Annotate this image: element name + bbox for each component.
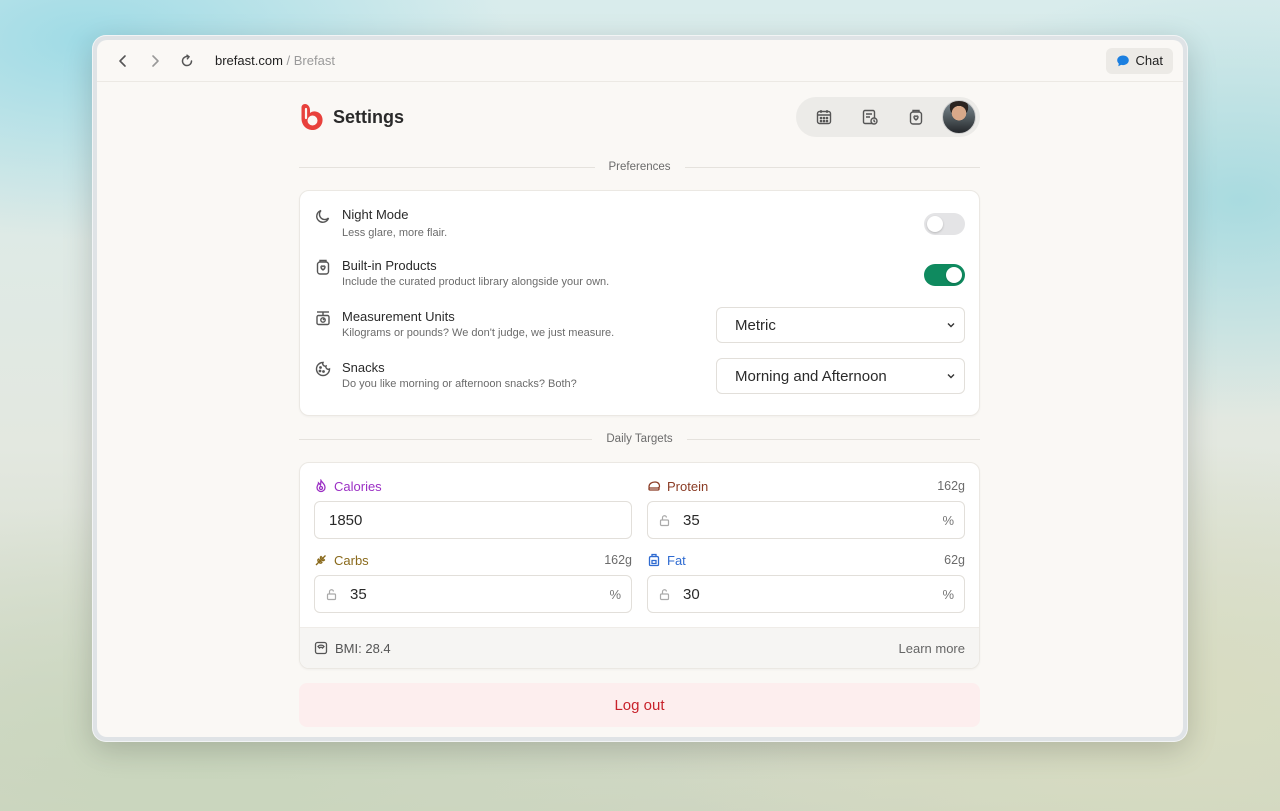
unlock-icon (326, 588, 337, 600)
calories-value: 1850 (329, 511, 363, 529)
url-separator: / (282, 53, 294, 68)
back-icon[interactable] (107, 45, 139, 77)
reload-icon[interactable] (171, 45, 203, 77)
measurement-units-title: Measurement Units (342, 309, 455, 324)
fat-input[interactable]: 30 % (647, 575, 965, 613)
fat-field: Fat 62g 30 % (647, 551, 965, 613)
address-bar[interactable]: brefast.com / Brefast (215, 53, 335, 68)
protein-value: 35 (683, 511, 700, 529)
chat-icon (1116, 55, 1129, 66)
night-mode-title: Night Mode (342, 207, 409, 222)
fat-value: 30 (683, 585, 700, 603)
bag-icon (314, 258, 332, 276)
user-avatar[interactable] (942, 100, 976, 134)
built-in-products-desc: Include the curated product library alon… (342, 276, 610, 288)
settings-page: Settings Preferences Night Mode Less gla… (299, 82, 981, 727)
carbs-label: Carbs (334, 552, 369, 568)
snacks-select[interactable]: Morning and Afternoon (716, 358, 965, 394)
preferences-heading: Preferences (608, 161, 671, 173)
built-in-products-toggle[interactable] (924, 264, 965, 286)
pref-night-mode: Night Mode Less glare, more flair. (314, 199, 965, 250)
protein-field: Protein 162g 35 % (647, 477, 965, 539)
cookie-icon (314, 360, 332, 378)
measurement-units-desc: Kilograms or pounds? We don't judge, we … (342, 327, 615, 339)
products-bag-icon[interactable] (894, 101, 938, 133)
carbs-field: Carbs 162g 35 % (314, 551, 632, 613)
browser-window: brefast.com / Brefast Chat Settings Pref… (92, 35, 1188, 742)
pref-measurement-units: Measurement Units Kilograms or pounds? W… (314, 301, 965, 352)
url-domain: brefast.com (215, 53, 283, 68)
browser-content: brefast.com / Brefast Chat Settings Pref… (97, 40, 1183, 737)
fat-grams: 62g (944, 553, 965, 567)
preferences-card: Night Mode Less glare, more flair. Built… (299, 190, 980, 416)
page-header: Settings (299, 82, 980, 152)
snacks-desc: Do you like morning or afternoon snacks?… (342, 378, 577, 390)
fat-bottle-icon (648, 553, 660, 567)
logout-button[interactable]: Log out (299, 683, 980, 727)
pref-built-in-products: Built-in Products Include the curated pr… (314, 250, 965, 301)
bmi-row: BMI: 28.4 Learn more (300, 627, 979, 668)
calendar-icon[interactable] (802, 101, 846, 133)
calories-flame-icon (316, 479, 326, 493)
daily-targets-divider: Daily Targets (299, 430, 981, 448)
protein-grams: 162g (937, 479, 965, 493)
chat-button[interactable]: Chat (1105, 47, 1173, 74)
brefast-logo (301, 104, 323, 131)
carbs-wheat-icon (315, 555, 326, 566)
moon-icon (314, 207, 332, 225)
calories-label: Calories (334, 478, 382, 494)
calories-input[interactable]: 1850 (314, 501, 632, 539)
chat-label: Chat (1135, 53, 1163, 68)
scale-icon (314, 309, 332, 327)
unlock-icon (659, 588, 670, 600)
protein-meat-icon (648, 481, 661, 491)
night-mode-toggle[interactable] (924, 213, 965, 235)
chevron-down-icon (947, 323, 955, 328)
measurement-units-select[interactable]: Metric (716, 307, 965, 343)
carbs-value: 35 (350, 585, 367, 603)
bmi-value: BMI: 28.4 (335, 640, 391, 656)
measurement-units-value: Metric (735, 316, 776, 334)
night-mode-desc: Less glare, more flair. (342, 227, 448, 239)
snacks-title: Snacks (342, 360, 385, 375)
browser-toolbar: brefast.com / Brefast Chat (97, 40, 1183, 82)
carbs-unit: % (609, 586, 621, 602)
carbs-grams: 162g (604, 553, 632, 567)
chevron-down-icon (947, 374, 955, 379)
pref-snacks: Snacks Do you like morning or afternoon … (314, 352, 965, 403)
learn-more-link[interactable]: Learn more (899, 641, 965, 656)
page-title: Settings (333, 106, 405, 127)
preferences-divider: Preferences (299, 158, 981, 176)
unlock-icon (659, 514, 670, 526)
recipe-list-icon[interactable] (848, 101, 892, 133)
built-in-products-title: Built-in Products (342, 258, 437, 273)
fat-label: Fat (667, 552, 686, 568)
header-icon-bar (796, 97, 980, 137)
carbs-input[interactable]: 35 % (314, 575, 632, 613)
protein-label: Protein (667, 478, 709, 494)
calories-field: Calories 1850 (314, 477, 632, 539)
protein-input[interactable]: 35 % (647, 501, 965, 539)
fat-unit: % (942, 586, 954, 602)
daily-targets-card: Calories 1850 Protein 162g 35 % Carbs 16… (299, 462, 980, 669)
snacks-value: Morning and Afternoon (735, 367, 887, 385)
url-page: Brefast (293, 53, 335, 68)
forward-icon[interactable] (139, 45, 171, 77)
daily-targets-heading: Daily Targets (606, 433, 673, 445)
protein-unit: % (942, 512, 954, 528)
bmi-scale-icon (314, 641, 328, 655)
